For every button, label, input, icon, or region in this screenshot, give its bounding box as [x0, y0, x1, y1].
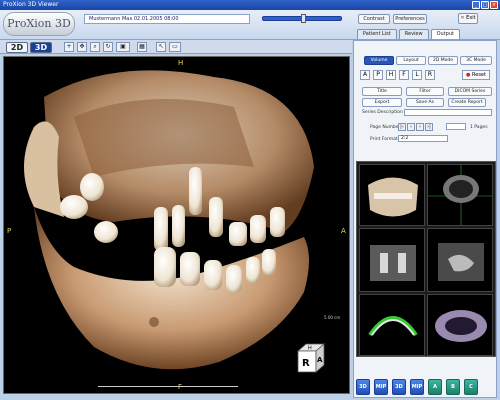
scale-ruler: [98, 383, 238, 387]
render-3d-button[interactable]: 3D: [356, 379, 370, 395]
next-page-button[interactable]: ›: [416, 123, 424, 131]
orientation-right-label: A: [341, 227, 346, 235]
window-level-slider[interactable]: [262, 14, 342, 23]
preset-b-button[interactable]: B: [446, 379, 460, 395]
cube-label-a: A: [317, 356, 323, 364]
prev-page-button[interactable]: ‹: [407, 123, 415, 131]
zoom-icon[interactable]: ⌕: [90, 42, 100, 52]
thumb-3d-occlusal[interactable]: [427, 294, 493, 356]
render-mip-alt-button[interactable]: MIP: [410, 379, 424, 395]
view-foot-button[interactable]: F: [399, 70, 409, 80]
slider-handle[interactable]: [301, 14, 306, 23]
thumb-sagittal[interactable]: [427, 228, 493, 292]
window-title: ProXion 3D Viewer: [3, 1, 59, 8]
thumb-panoramic-arch[interactable]: [359, 294, 425, 356]
3d-viewport[interactable]: H F P A 5.00 cm R A H: [3, 56, 350, 394]
pan-icon[interactable]: ✥: [77, 42, 87, 52]
layout-icon[interactable]: ▦: [137, 42, 147, 52]
save-as-button[interactable]: Save As: [406, 98, 444, 107]
output-panel: Volume Layout 2D Mode 3C Mode A P H F L …: [353, 40, 497, 398]
render-mip-button[interactable]: MIP: [374, 379, 388, 395]
dicom-series-toggle[interactable]: DICOM Series: [448, 87, 492, 96]
render-mode-buttons: 3D MIP 3D MIP A B C: [356, 379, 478, 395]
exit-icon: ✕: [460, 15, 465, 21]
preferences-button[interactable]: Preferences: [393, 14, 427, 24]
view-tab-2d-mode[interactable]: 2D Mode: [428, 56, 458, 65]
reset-label: Reset: [472, 72, 486, 78]
maximize-button[interactable]: □: [481, 1, 489, 9]
thumb-coronal[interactable]: [359, 228, 425, 292]
export-button[interactable]: Export: [362, 98, 402, 107]
measure-icon[interactable]: ▭: [169, 42, 181, 52]
view-anterior-button[interactable]: A: [360, 70, 370, 80]
patient-info-field[interactable]: Mustermann Max 02.01.2005 08:00: [84, 14, 250, 24]
mode-2d-button[interactable]: 2D: [6, 42, 28, 53]
thumb-3d-front[interactable]: [359, 164, 425, 226]
view-tab-volume[interactable]: Volume: [364, 56, 394, 65]
view-tab-3c-mode[interactable]: 3C Mode: [460, 56, 492, 65]
cube-label-r: R: [302, 358, 310, 369]
pointer-icon[interactable]: ↖: [156, 42, 166, 52]
scale-label: 5.00 cm: [324, 315, 341, 320]
filter-toggle[interactable]: Filter: [406, 87, 444, 96]
page-total-label: 1 Pages: [470, 125, 488, 130]
print-preview-grid: [356, 161, 496, 357]
rotate-icon[interactable]: ↻: [103, 42, 113, 52]
view-head-button[interactable]: H: [386, 70, 396, 80]
print-format-label: Print Format: [370, 137, 398, 142]
mode-3d-button[interactable]: 3D: [30, 42, 52, 53]
app-header: ProXion 3D Mustermann Max 02.01.2005 08:…: [0, 10, 500, 40]
cube-label-h: H: [308, 346, 312, 352]
orientation-left-label: P: [7, 227, 12, 235]
tab-patient-list[interactable]: Patient List: [357, 29, 397, 39]
close-button[interactable]: ×: [490, 1, 498, 9]
reset-button[interactable]: ● Reset: [462, 70, 490, 80]
thumb-axial[interactable]: [427, 164, 493, 226]
orientation-top-label: H: [178, 59, 184, 67]
preset-c-button[interactable]: C: [464, 379, 478, 395]
view-tab-layout[interactable]: Layout: [396, 56, 426, 65]
exit-button[interactable]: ✕ Exit: [458, 13, 478, 24]
exit-label: Exit: [466, 15, 476, 21]
tab-review[interactable]: Review: [398, 29, 429, 39]
view-posterior-button[interactable]: P: [373, 70, 383, 80]
view-right-button[interactable]: R: [425, 70, 435, 80]
title-toggle[interactable]: Title: [362, 87, 402, 96]
app-logo: ProXion 3D: [3, 12, 75, 36]
last-page-button[interactable]: ›|: [425, 123, 433, 131]
series-description-input[interactable]: [404, 109, 492, 116]
reset-icon: ●: [466, 72, 471, 78]
preset-a-button[interactable]: A: [428, 379, 442, 395]
main-tabs: Patient List Review Output: [357, 29, 460, 39]
contrast-button[interactable]: Contrast: [358, 14, 390, 24]
render-3d-alt-button[interactable]: 3D: [392, 379, 406, 395]
crosshair-icon[interactable]: +: [64, 42, 74, 52]
tab-output[interactable]: Output: [430, 29, 460, 39]
orientation-cube[interactable]: R A H: [294, 341, 328, 375]
view-left-button[interactable]: L: [412, 70, 422, 80]
window-titlebar: ProXion 3D Viewer _ □ ×: [0, 0, 500, 10]
minimize-button[interactable]: _: [472, 1, 480, 9]
camera-icon[interactable]: ▣: [116, 42, 130, 52]
create-report-button[interactable]: Create Report: [448, 98, 486, 107]
page-number-input[interactable]: [446, 123, 466, 130]
first-page-button[interactable]: |‹: [398, 123, 406, 131]
page-number-label: Page Number: [370, 125, 401, 130]
print-format-select[interactable]: 2:2: [398, 135, 448, 142]
viewer-toolbar: 2D 3D + ✥ ⌕ ↻ ▣ ▦ ↖ ▭: [0, 40, 352, 54]
series-description-label: Series Description: [362, 110, 403, 115]
